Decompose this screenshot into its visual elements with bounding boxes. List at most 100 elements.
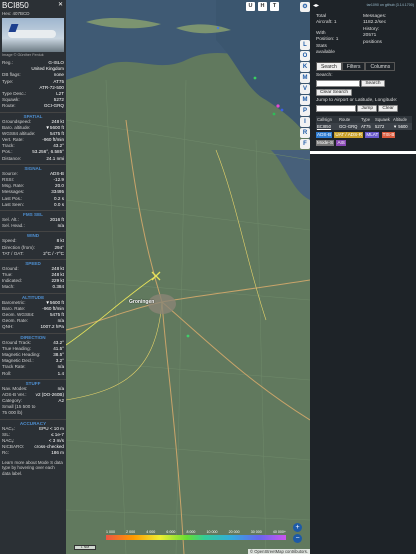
signal-section: Source: ADS-B RSSI: -12.9 Msg. Rate: 20.0 Mess…: [0, 171, 66, 208]
toolbar-button-l[interactable]: L: [300, 40, 310, 50]
clear-search-button[interactable]: Clear Search: [316, 88, 352, 96]
info-row-label: Last Seen:: [2, 201, 24, 207]
hex-label: Hex:: [2, 11, 12, 16]
map-button-t[interactable]: T: [270, 2, 279, 11]
cell-altitude: ▼ 5600: [392, 122, 412, 130]
section-signal: SIGNAL: [0, 163, 66, 171]
aircraft-photo[interactable]: [2, 18, 64, 52]
map-button-u[interactable]: U: [246, 2, 255, 11]
col-type[interactable]: Type: [360, 115, 374, 123]
info-row-label: Rc:: [2, 450, 9, 456]
alt-tick: 2 000: [126, 530, 136, 534]
info-row: 75 000 lb): [0, 410, 66, 416]
toolbar-button-k[interactable]: K: [300, 62, 310, 72]
aircraft-info-panel: BCI850 Hex: 407BCD ✕ Image © Günther Fen…: [0, 0, 66, 554]
info-row: QNH: 1007.2 hPa: [0, 324, 66, 330]
toolbar-button-f[interactable]: F: [300, 139, 310, 149]
close-icon[interactable]: ✕: [58, 2, 63, 10]
hex-value: 407BCD: [12, 11, 30, 16]
history: History: 20571 positions: [363, 26, 382, 45]
toolbar-button-r[interactable]: R: [300, 128, 310, 138]
tab-filters[interactable]: Filters: [341, 61, 366, 71]
map-tiles[interactable]: [66, 0, 310, 554]
alt-tick: 10 000: [206, 530, 218, 534]
jump-row: Jump Clear: [310, 104, 416, 112]
source-legend: ADS-B UAT / ADS-R MLAT TIS-B Mode-S AIS: [310, 130, 416, 150]
panel-divider: [310, 150, 416, 154]
section-stuff: STUFF: [0, 378, 66, 386]
badge-mlat: MLAT: [365, 131, 380, 138]
tab-search[interactable]: Search: [316, 61, 342, 71]
info-row-label: Distance:: [2, 155, 22, 161]
search-label: Search:: [316, 72, 333, 78]
clear-jump-button[interactable]: Clear: [378, 104, 398, 112]
badge-ais: AIS: [336, 139, 346, 146]
table-row[interactable]: BCI850 GCI-GRQ AT75 5272 ▼ 5600: [316, 122, 412, 130]
info-row-value: 2°C / -7°C: [43, 250, 64, 256]
info-row-value: n/a: [57, 223, 64, 229]
info-row-label: Roll:: [2, 370, 12, 376]
info-row: Sel. Head.: n/a: [0, 223, 66, 229]
info-row-value: GCI-GRQ: [43, 103, 64, 109]
toolbar-button-m2[interactable]: M: [300, 95, 310, 105]
search-input[interactable]: [316, 79, 360, 87]
section-fms: FMS SEL: [0, 209, 66, 217]
info-row-value: A2: [58, 398, 64, 404]
alt-tick: 6 000: [166, 530, 176, 534]
callsign-title: BCI850: [2, 1, 29, 10]
version-link[interactable]: tar1090 on github (3.14.1700): [367, 3, 414, 7]
info-row-label: Reg.:: [2, 60, 13, 65]
map-button-h[interactable]: H: [258, 2, 267, 11]
info-row: Route: GCI-GRQ: [0, 103, 66, 109]
toolbar-button-v[interactable]: V: [300, 84, 310, 94]
side-top: ◂▸ tar1090 on github (3.14.1700): [310, 0, 416, 11]
jump-input[interactable]: [316, 104, 356, 112]
info-row-value: 24.1 nmi: [46, 155, 64, 161]
accuracy-section: NACₚ: EPU < 10 m SIL: ≤ 1e-7 NACᵥ: < 3 m/s NIC…: [0, 426, 66, 457]
info-row-label: Type:: [2, 78, 14, 84]
map-view[interactable]: Groningen U H T 1 NM 1 000 2 000 4 000 6…: [66, 0, 310, 554]
info-row: TAT / OAT: 2°C / -7°C: [0, 251, 66, 257]
info-header: BCI850 Hex: 407BCD ✕: [0, 0, 66, 17]
stats-available-link[interactable]: Stats available: [316, 44, 340, 57]
settings-gear-icon[interactable]: ⚙: [300, 2, 310, 12]
aircraft-list-panel: ◂▸ tar1090 on github (3.14.1700) Total A…: [310, 0, 416, 554]
photo-credit[interactable]: Image © Günther Feniuk: [0, 53, 66, 60]
info-row-value: 1007.2 hPa: [40, 324, 64, 330]
collapse-sidebar-icon[interactable]: ◂▸: [313, 2, 319, 9]
col-route[interactable]: Route: [338, 115, 360, 123]
info-row-value: 0.384: [52, 284, 65, 290]
info-row-label: TAT / OAT:: [2, 250, 24, 256]
badge-uat: UAT / ADS-R: [334, 131, 364, 138]
col-squawk[interactable]: Squawk: [374, 115, 392, 123]
toolbar-button-i[interactable]: I: [300, 117, 310, 127]
info-row-label: QNH:: [2, 324, 14, 330]
toolbar-button-o[interactable]: O: [300, 51, 310, 61]
jump-button[interactable]: Jump: [357, 104, 378, 112]
info-row: Last Seen: 0.0 s: [0, 202, 66, 208]
search-button[interactable]: Search: [361, 79, 385, 87]
badge-adsb: ADS-B: [316, 131, 333, 138]
speed-section: Ground: 248 kt True: 248 kt Indicated: 229 kt…: [0, 266, 66, 291]
cell-callsign: BCI850: [316, 122, 338, 130]
city-label: Groningen: [129, 299, 155, 305]
hex-code: Hex: 407BCD: [2, 11, 64, 17]
alt-tick: 4 000: [146, 530, 156, 534]
table-header-row: Callsign Route Type Squawk Altitude: [316, 115, 412, 123]
toolbar-button-p[interactable]: P: [300, 106, 310, 116]
altitude-section: Barometric: ▼5600 ft Baro. Rate: -960 ft/mi…: [0, 300, 66, 331]
jump-label: Jump to Airport or Latitude, Longitude:: [316, 97, 398, 103]
aircraft-table: Callsign Route Type Squawk Altitude BCI8…: [316, 115, 412, 130]
info-row-label: 75 000 lb): [2, 410, 23, 416]
col-callsign[interactable]: Callsign: [316, 115, 338, 123]
col-altitude[interactable]: Altitude: [392, 115, 412, 123]
direction-section: Ground Track: 43.2° True Heading: 41.5° Magn…: [0, 340, 66, 377]
toolbar-button-m[interactable]: M: [300, 73, 310, 83]
info-row-value: 186 m: [51, 450, 64, 456]
alt-tick: 30 000: [250, 530, 262, 534]
cell-type: AT75: [360, 122, 374, 130]
info-row-value: 0.0 s: [54, 201, 64, 207]
section-wind: WIND: [0, 231, 66, 238]
tab-columns[interactable]: Columns: [365, 61, 396, 71]
info-row-label: Sel. Head.:: [2, 223, 25, 229]
